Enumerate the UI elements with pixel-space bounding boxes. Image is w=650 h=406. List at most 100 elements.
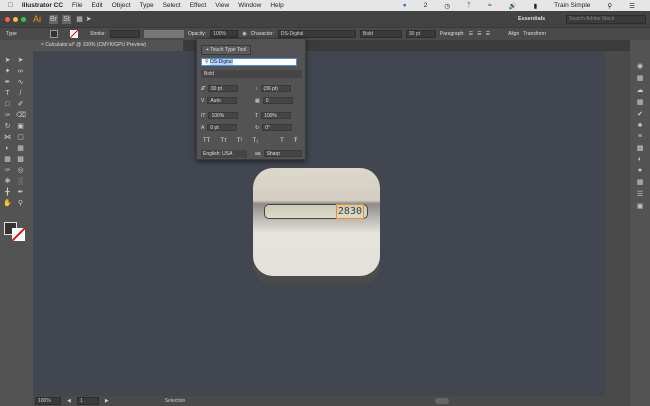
prev-artboard-icon[interactable]: ◀	[67, 398, 71, 404]
color-guide-icon[interactable]: ▦	[637, 74, 644, 82]
tracking-input[interactable]: 0	[262, 97, 293, 104]
fill-swatch[interactable]	[50, 30, 58, 38]
artboards-icon[interactable]: ▣	[637, 202, 644, 210]
curvature-icon[interactable]: ∿	[16, 78, 25, 87]
align-label[interactable]: Align	[508, 31, 519, 37]
rotation-input[interactable]: 0°	[262, 124, 293, 131]
fill-stroke-swatches[interactable]	[4, 222, 26, 242]
gradient-panel-icon[interactable]: ▩	[637, 144, 644, 152]
user-name[interactable]: Train Simple	[554, 2, 590, 9]
line-tool-icon[interactable]: /	[16, 89, 25, 98]
eyedropper-icon[interactable]: ✑	[3, 166, 12, 175]
type-tool-icon[interactable]: T	[3, 89, 12, 98]
recolor-icon[interactable]: ◉	[242, 31, 246, 37]
paintbrush-icon[interactable]: ✐	[16, 100, 25, 109]
battery-icon[interactable]: ▮	[534, 2, 538, 10]
menu-object[interactable]: Object	[112, 2, 131, 9]
direct-selection-tool-icon[interactable]: ➤	[16, 56, 25, 65]
horizontal-scrollbar[interactable]	[434, 398, 449, 404]
free-transform-icon[interactable]: ▢	[16, 133, 25, 142]
character-label[interactable]: Character:	[251, 31, 274, 37]
underline-icon[interactable]: T	[280, 138, 284, 144]
apple-icon[interactable]: 	[8, 2, 13, 9]
color-panel-icon[interactable]: ◉	[637, 62, 643, 70]
artboard-tool-icon[interactable]: ╋	[3, 188, 12, 197]
style-swatch[interactable]	[143, 30, 184, 38]
rectangle-tool-icon[interactable]: □	[3, 100, 12, 109]
notification-icon[interactable]: ●	[403, 2, 407, 9]
rotate-icon[interactable]: ↻	[3, 122, 12, 131]
transform-label[interactable]: Transform	[523, 31, 546, 37]
baseline-shift-input[interactable]: 0 pt	[207, 124, 238, 131]
swatches-icon[interactable]: ▦	[637, 98, 644, 106]
paragraph-label[interactable]: Paragraph:	[440, 31, 465, 37]
menu-effect[interactable]: Effect	[190, 2, 207, 9]
document-tab[interactable]: × Calculator.ai* @ 100% (CMYK/GPU Previe…	[33, 40, 183, 51]
perspective-icon[interactable]: ▦	[16, 144, 25, 153]
menu-select[interactable]: Select	[163, 2, 181, 9]
align-right-icon[interactable]: ☰	[486, 31, 490, 37]
touch-type-tool-button[interactable]: ⌖ Touch Type Tool	[201, 45, 252, 55]
menu-edit[interactable]: Edit	[92, 2, 103, 9]
small-caps-icon[interactable]: Tт	[220, 138, 226, 144]
brushes-icon[interactable]: ✔	[637, 110, 643, 118]
shape-builder-icon[interactable]: ◐	[3, 144, 12, 153]
bluetooth-icon[interactable]: ᛉ	[467, 2, 471, 9]
next-artboard-icon[interactable]: ▶	[105, 398, 109, 404]
horizontal-scale-input[interactable]: 100%	[261, 112, 292, 119]
stock-icon[interactable]: St	[62, 14, 72, 24]
font-size-input[interactable]: 30 pt	[207, 85, 238, 92]
blend-icon[interactable]: ◎	[16, 166, 25, 175]
menu-type[interactable]: Type	[140, 2, 154, 9]
font-size-input[interactable]: 30 pt	[405, 30, 436, 38]
menu-file[interactable]: File	[72, 2, 82, 9]
stock-search-input[interactable]: Search Adobe Stock	[566, 14, 646, 24]
close-button[interactable]	[5, 16, 10, 22]
scale-icon[interactable]: ▣	[16, 122, 25, 131]
minimize-button[interactable]	[13, 16, 18, 22]
shaper-icon[interactable]: ✑	[3, 111, 12, 120]
language-select[interactable]: English: USA	[201, 150, 247, 158]
antialias-select[interactable]: Sharp	[263, 150, 302, 157]
eraser-icon[interactable]: ⌫	[16, 111, 26, 120]
transparency-icon[interactable]: ◐	[638, 156, 642, 163]
slice-tool-icon[interactable]: ✒	[16, 188, 25, 197]
magic-wand-icon[interactable]: ✦	[3, 67, 12, 76]
layers-icon[interactable]: ☰	[637, 190, 643, 198]
menu-window[interactable]: Window	[238, 2, 261, 9]
menu-view[interactable]: View	[215, 2, 229, 9]
zoom-level-select[interactable]: 100%	[35, 397, 61, 405]
volume-icon[interactable]: 🔊	[508, 2, 516, 10]
calculator-artwork[interactable]: 2830	[253, 168, 380, 285]
font-family-select[interactable]: DS-Digital	[277, 30, 356, 38]
superscript-icon[interactable]: T¹	[237, 138, 243, 144]
all-caps-icon[interactable]: TT	[203, 138, 210, 144]
selection-tool-icon[interactable]: ➤	[3, 56, 12, 65]
gradient-icon[interactable]: ▩	[16, 155, 25, 164]
subscript-icon[interactable]: T₁	[252, 138, 258, 144]
align-left-icon[interactable]: ☰	[469, 31, 473, 37]
search-icon[interactable]: ⚲	[607, 2, 612, 10]
opacity-input[interactable]: 100%	[210, 30, 239, 38]
display-text[interactable]: 2830	[335, 204, 365, 219]
vertical-scale-input[interactable]: 100%	[208, 112, 239, 119]
current-tool-status[interactable]: Selection	[165, 398, 225, 404]
workspace-switcher[interactable]: Essentials	[518, 16, 545, 22]
list-icon[interactable]: ☰	[629, 2, 635, 10]
wifi-icon[interactable]: ≈	[488, 2, 492, 9]
graphic-styles-icon[interactable]: ▦	[637, 178, 644, 186]
stroke-swatch[interactable]	[70, 30, 78, 38]
lasso-icon[interactable]: ∞	[16, 67, 25, 76]
libraries-icon[interactable]: ☁	[637, 86, 644, 94]
font-style-select[interactable]: Bold	[201, 70, 302, 78]
zoom-button[interactable]	[21, 16, 26, 22]
symbol-sprayer-icon[interactable]: ❋	[3, 177, 12, 186]
gpu-icon[interactable]: ➤	[84, 15, 93, 24]
align-center-icon[interactable]: ☰	[477, 31, 481, 37]
pen-tool-icon[interactable]: ✒	[3, 78, 12, 87]
stroke-weight[interactable]	[109, 30, 140, 38]
menu-help[interactable]: Help	[270, 2, 283, 9]
graph-tool-icon[interactable]: ░	[16, 177, 25, 186]
font-style-select[interactable]: Bold	[359, 30, 402, 38]
symbols-icon[interactable]: ♣	[638, 122, 643, 129]
